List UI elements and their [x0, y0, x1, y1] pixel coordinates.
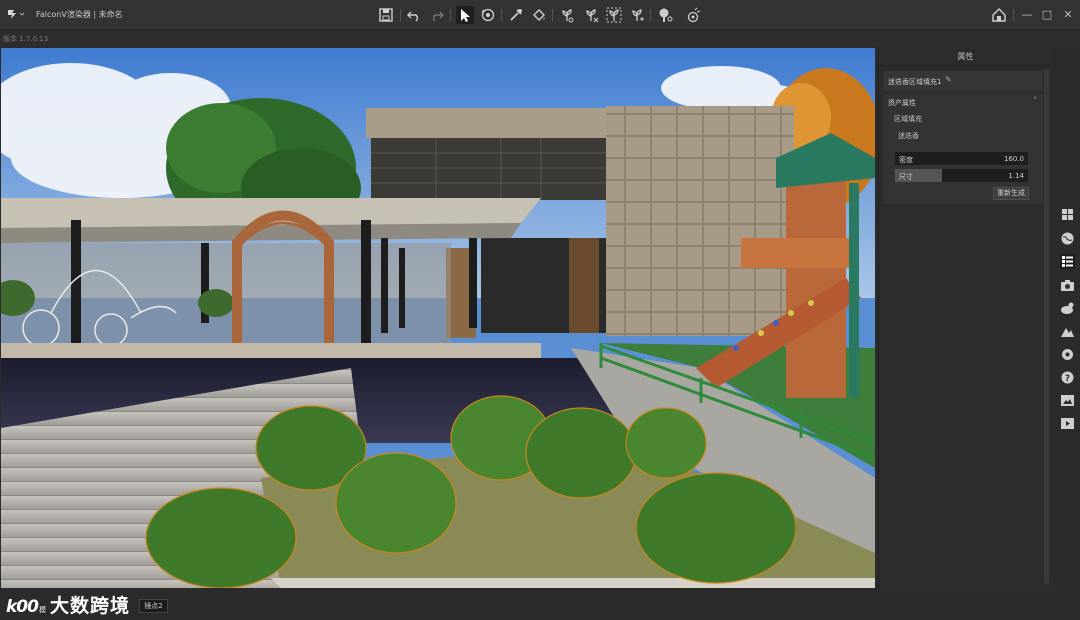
panel-scrollbar[interactable]	[1044, 69, 1049, 584]
density-label: 密度	[899, 156, 913, 164]
globe-icon[interactable]	[1060, 231, 1075, 246]
minimize-button[interactable]: —	[1018, 6, 1036, 24]
save-icon[interactable]	[377, 6, 395, 24]
object-name-row[interactable]: 迷迭香区域填充1 ✎	[883, 71, 1043, 91]
redo-icon[interactable]	[428, 6, 446, 24]
render-viewport[interactable]	[1, 48, 875, 588]
chevron-up-icon[interactable]: ˄	[1033, 96, 1037, 105]
image-icon[interactable]	[1060, 393, 1075, 408]
undo-icon[interactable]	[405, 6, 423, 24]
eyedropper-icon[interactable]	[507, 6, 525, 24]
settings-icon[interactable]	[1060, 347, 1075, 362]
grid-icon[interactable]	[1060, 207, 1075, 222]
maximize-button[interactable]: □	[1038, 6, 1056, 24]
toolbar-divider	[450, 9, 451, 21]
watermark-logo: k00	[6, 597, 39, 617]
watermark-small: 模	[38, 606, 46, 614]
fill-title: 区域填充	[894, 115, 922, 123]
size-value[interactable]: 1.14	[1008, 172, 1024, 180]
plant-brush-icon[interactable]	[558, 6, 576, 24]
video-icon[interactable]	[1060, 416, 1075, 431]
toolbar-divider	[501, 9, 502, 21]
tree-icon[interactable]	[656, 6, 674, 24]
app-title: FalconV渲染器 | 未命名	[36, 10, 123, 19]
density-value[interactable]: 160.0	[1004, 155, 1024, 163]
toolbar-divider	[400, 9, 401, 21]
object-name: 迷迭香区域填充1	[888, 78, 942, 86]
pencil-icon[interactable]: ✎	[945, 75, 952, 84]
size-slider[interactable]: 尺寸 1.14	[895, 169, 1028, 182]
version-bar: 版本 1.7.0.13	[0, 31, 1080, 47]
plant-scatter-icon[interactable]	[605, 6, 623, 24]
size-label: 尺寸	[899, 173, 913, 181]
panel-header: 属性	[879, 47, 1052, 66]
pool-edge	[1, 343, 541, 358]
version-label: 版本 1.7.0.13	[3, 35, 49, 43]
terrain-icon[interactable]	[1060, 324, 1075, 339]
density-slider[interactable]: 密度 160.0	[895, 152, 1028, 165]
bottom-bar: 镜点2	[0, 590, 1080, 620]
svg-text:?: ?	[1065, 374, 1070, 384]
app-logo-icon[interactable]	[6, 7, 28, 23]
particle-icon[interactable]	[684, 6, 702, 24]
toolbar-divider	[1013, 9, 1014, 21]
help-icon[interactable]: ?	[1060, 370, 1075, 385]
camera-point-tab[interactable]: 镜点2	[139, 599, 168, 613]
bed-border	[271, 578, 875, 588]
select-arrow-icon[interactable]	[456, 6, 474, 24]
home-icon[interactable]	[990, 6, 1008, 24]
view-rotate-icon[interactable]	[479, 6, 497, 24]
close-button[interactable]: ✕	[1059, 6, 1077, 24]
side-toolbar: ?	[1055, 47, 1080, 590]
watermark-text: 大数跨境	[49, 595, 130, 617]
camera-icon[interactable]	[1060, 278, 1075, 293]
asset-section-title: 资产属性	[888, 99, 916, 107]
properties-panel: 属性 迷迭香区域填充1 ✎ 资产属性 ˄ 区域填充 迷迭香 密度 160.0 尺…	[878, 47, 1052, 590]
regenerate-button[interactable]: 重新生成	[993, 187, 1029, 200]
toolbar-divider	[552, 9, 553, 21]
plant-erase-icon[interactable]	[582, 6, 600, 24]
watermark: k00模 大数跨境	[6, 591, 130, 617]
plant-name: 迷迭香	[898, 132, 919, 140]
weather-icon[interactable]	[1060, 301, 1075, 316]
plant-adjust-icon[interactable]	[628, 6, 646, 24]
list-icon[interactable]	[1060, 254, 1075, 269]
toolbar-divider	[650, 9, 651, 21]
title-bar: FalconV渲染器 | 未命名 — □ ✕	[0, 0, 1080, 30]
paint-bucket-icon[interactable]	[530, 6, 548, 24]
